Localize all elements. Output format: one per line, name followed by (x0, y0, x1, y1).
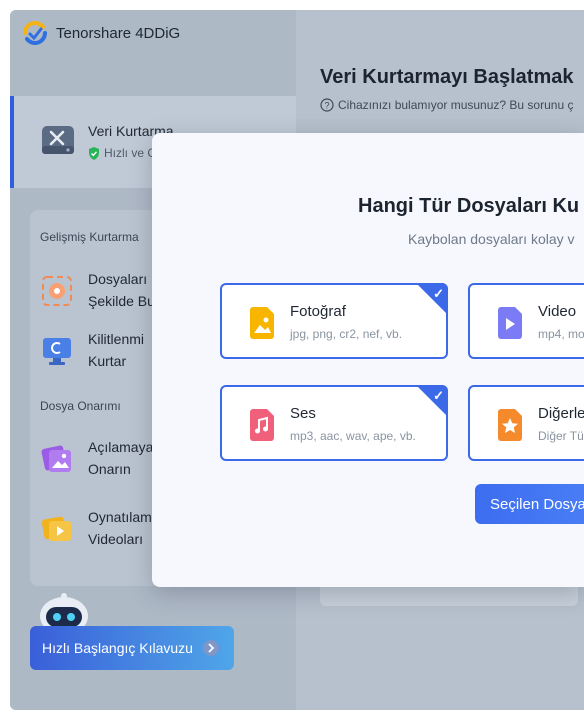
option-others-name: Diğerle (538, 405, 584, 422)
repair-item-label-1b: Onarın (88, 461, 131, 477)
advanced-item-label-2a: Kilitlenmi (88, 331, 145, 347)
quick-start-guide-label: Hızlı Başlangıç Kılavuzu (42, 640, 193, 656)
advanced-item-label-2b: Kurtar (88, 353, 127, 369)
target-icon (42, 276, 72, 306)
quick-start-guide-button[interactable]: Hızlı Başlangıç Kılavuzu (30, 626, 234, 670)
option-audio-desc: mp3, aac, wav, ape, vb. (290, 429, 416, 443)
option-video[interactable]: Video mp4, mo (468, 283, 584, 359)
repair-item-label-2a: Oynatılam (88, 509, 152, 525)
photo-repair-icon (41, 445, 71, 472)
star-file-icon (498, 409, 522, 441)
repair-item-label-1a: Açılamaya (88, 439, 154, 455)
arrow-right-icon (202, 640, 219, 656)
question-icon: ? (320, 98, 334, 112)
option-audio[interactable]: Ses mp3, aac, wav, ape, vb. ✓ (220, 385, 448, 461)
option-video-name: Video (538, 303, 577, 320)
sidebar-item-repair-2[interactable]: Oynatılam Videoları (40, 506, 152, 550)
option-others-desc: Diğer Tü (538, 429, 584, 443)
sidebar-item-repair-1[interactable]: Açılamaya Onarın (40, 436, 153, 480)
dialog-title: Hangi Tür Dosyaları Ku (358, 195, 580, 217)
option-photo[interactable]: Fotoğraf jpg, png, cr2, nef, vb. ✓ (220, 283, 448, 359)
app-logo-icon (23, 21, 47, 45)
option-others[interactable]: Diğerle Diğer Tü (468, 385, 584, 461)
app-title: Tenorshare 4DDiG (56, 24, 181, 42)
help-text: Cihazınızı bulamıyor musunuz? Bu sorunu … (338, 98, 574, 112)
repair-item-label-2b: Videoları (88, 531, 144, 547)
shield-check-icon (89, 146, 99, 160)
dialog-subtitle: Kaybolan dosyaları kolay v (408, 231, 575, 247)
page-title: Veri Kurtarmayı Başlatmak (320, 66, 574, 88)
advanced-item-label-1b: Şekilde Bul (88, 293, 159, 309)
photo-file-icon (250, 307, 274, 339)
active-indicator (10, 96, 14, 188)
option-photo-desc: jpg, png, cr2, nef, vb. (290, 327, 403, 341)
monitor-icon (43, 338, 71, 365)
scan-selected-button[interactable]: Seçilen Dosya (475, 484, 584, 524)
section-file-repair: Dosya Onarımı (40, 399, 121, 413)
audio-file-icon (250, 409, 274, 441)
sidebar-item-advanced-1[interactable]: Dosyaları Şekilde Bul (40, 268, 158, 312)
section-advanced-recovery: Gelişmiş Kurtarma (40, 230, 139, 244)
file-type-dialog: Hangi Tür Dosyaları Ku Kaybolan dosyalar… (152, 133, 584, 587)
hard-drive-tools-icon (42, 126, 74, 154)
check-icon: ✓ (433, 286, 444, 301)
option-photo-name: Fotoğraf (290, 303, 346, 320)
video-repair-icon (41, 516, 71, 541)
sidebar-item-advanced-2[interactable]: Kilitlenmi Kurtar (40, 328, 144, 372)
option-video-desc: mp4, mo (538, 327, 584, 341)
help-link[interactable]: ? Cihazınızı bulamıyor musunuz? Bu sorun… (320, 98, 573, 112)
brand: Tenorshare 4DDiG (22, 20, 180, 46)
option-audio-name: Ses (290, 405, 316, 422)
check-icon: ✓ (433, 388, 444, 403)
advanced-item-label-1a: Dosyaları (88, 271, 148, 287)
video-file-icon (498, 307, 522, 339)
svg-text:?: ? (324, 101, 329, 111)
